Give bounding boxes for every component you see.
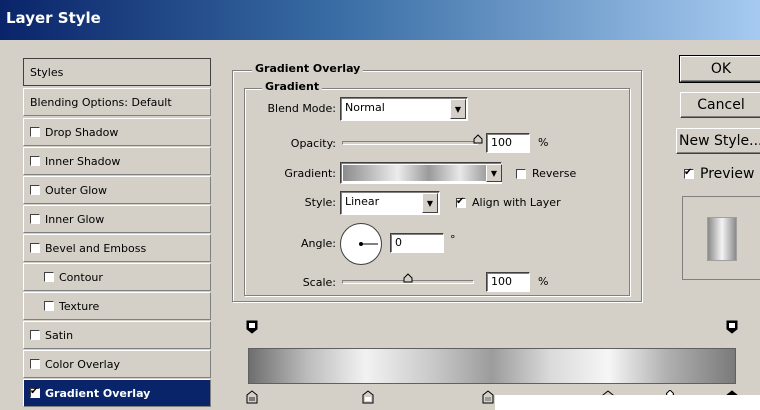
align-checkbox-row[interactable]: Align with Layer — [456, 196, 561, 209]
style-item-texture[interactable]: Texture — [23, 292, 211, 320]
gradient-overlay-checkbox[interactable] — [30, 386, 40, 398]
style-item-label: Blending Options: Default — [30, 95, 172, 109]
angle-input[interactable]: 0 — [390, 233, 444, 253]
style-item-label: Inner Glow — [45, 212, 105, 226]
cancel-button[interactable]: Cancel — [680, 92, 760, 118]
inner-glow-checkbox[interactable] — [30, 214, 40, 224]
color-stop-1[interactable] — [246, 390, 258, 404]
opacity-value: 100 — [491, 136, 512, 149]
title-bar: Layer Style — [0, 0, 760, 40]
dialog-body: Styles Blending Options: Default Drop Sh… — [0, 40, 760, 410]
scale-input[interactable]: 100 — [486, 272, 530, 292]
preview-label: Preview — [700, 166, 755, 182]
style-item-gradient-overlay[interactable]: Gradient Overlay — [23, 379, 211, 407]
blend-mode-value: Normal — [345, 101, 385, 114]
preview-checkbox[interactable] — [684, 167, 694, 179]
blend-mode-dropdown-button[interactable]: ▼ — [450, 99, 466, 119]
styles-list: Styles Blending Options: Default Drop Sh… — [23, 58, 211, 410]
ok-button-label: OK — [710, 61, 732, 77]
opacity-input[interactable]: 100 — [486, 133, 530, 153]
opacity-slider-track[interactable] — [342, 141, 478, 145]
style-item-inner-shadow[interactable]: Inner Shadow — [23, 147, 211, 175]
gradient-picker[interactable] — [340, 162, 502, 184]
style-item-satin[interactable]: Satin — [23, 321, 211, 349]
gradient-label: Gradient: — [284, 167, 336, 180]
style-item-label: Inner Shadow — [45, 154, 121, 168]
style-item-drop-shadow[interactable]: Drop Shadow — [23, 118, 211, 146]
contour-checkbox[interactable] — [44, 272, 54, 282]
chevron-down-icon: ▼ — [490, 168, 498, 178]
gradient-dropdown-button[interactable]: ▼ — [486, 164, 502, 182]
style-label: Style: — [304, 196, 336, 209]
style-item-bevel-emboss[interactable]: Bevel and Emboss — [23, 234, 211, 262]
chevron-down-icon: ▼ — [426, 198, 434, 208]
reverse-checkbox-row[interactable]: Reverse — [516, 167, 576, 180]
angle-indicator-icon — [359, 242, 378, 246]
style-item-label: Color Overlay — [45, 357, 120, 371]
ok-button[interactable]: OK — [679, 55, 760, 83]
color-stop-3[interactable] — [482, 390, 494, 404]
scale-label: Scale: — [302, 276, 336, 289]
style-item-label: Outer Glow — [45, 183, 108, 197]
angle-dial[interactable] — [340, 223, 382, 265]
new-style-button-label: New Style... — [679, 133, 760, 149]
color-stop-2[interactable] — [362, 390, 374, 404]
style-item-blending-options[interactable]: Blending Options: Default — [23, 88, 211, 116]
gradient-bar[interactable] — [248, 348, 736, 384]
preview-checkbox-row[interactable]: Preview — [684, 166, 755, 182]
scale-unit: % — [538, 275, 549, 288]
angle-label: Angle: — [300, 237, 336, 250]
opacity-stop-left[interactable] — [246, 320, 258, 334]
style-item-inner-glow[interactable]: Inner Glow — [23, 205, 211, 233]
opacity-stop-right[interactable] — [726, 320, 738, 334]
occluding-white-region — [495, 395, 760, 410]
texture-checkbox[interactable] — [44, 301, 54, 311]
style-item-label: Texture — [59, 299, 100, 313]
preview-thumbnail — [707, 217, 737, 261]
blend-mode-select[interactable]: Normal — [340, 97, 468, 121]
styles-header[interactable]: Styles — [23, 58, 211, 86]
gradient-preview-swatch — [343, 165, 499, 181]
chevron-down-icon: ▼ — [454, 104, 462, 114]
reverse-label: Reverse — [532, 167, 577, 180]
bevel-emboss-checkbox[interactable] — [30, 243, 40, 253]
style-item-label: Satin — [45, 328, 74, 342]
inner-shadow-checkbox[interactable] — [30, 156, 40, 166]
reverse-checkbox[interactable] — [516, 168, 526, 179]
angle-value: 0 — [395, 236, 402, 249]
new-style-button[interactable]: New Style... — [676, 128, 760, 154]
style-item-label: Contour — [59, 270, 103, 284]
color-overlay-checkbox[interactable] — [30, 359, 40, 369]
preview-box — [682, 196, 760, 280]
style-dropdown-button[interactable]: ▼ — [422, 193, 438, 213]
styles-header-label: Styles — [30, 65, 64, 79]
style-item-label: Gradient Overlay — [45, 386, 151, 400]
scale-value: 100 — [491, 275, 512, 288]
angle-unit: ° — [450, 233, 456, 246]
style-item-color-overlay[interactable]: Color Overlay — [23, 350, 211, 378]
satin-checkbox[interactable] — [30, 330, 40, 340]
style-item-contour[interactable]: Contour — [23, 263, 211, 291]
cancel-button-label: Cancel — [697, 97, 745, 113]
opacity-label: Opacity: — [290, 137, 336, 150]
opacity-unit: % — [538, 136, 549, 149]
drop-shadow-checkbox[interactable] — [30, 127, 40, 137]
style-item-label: Bevel and Emboss — [45, 241, 147, 255]
window-title: Layer Style — [6, 9, 101, 27]
scale-slider-thumb[interactable] — [403, 273, 413, 283]
style-item-label: Drop Shadow — [45, 125, 119, 139]
gradient-overlay-title: Gradient Overlay — [252, 62, 364, 75]
opacity-slider-thumb[interactable] — [473, 134, 483, 144]
blend-mode-label: Blend Mode: — [267, 102, 337, 115]
align-with-layer-label: Align with Layer — [472, 196, 561, 209]
outer-glow-checkbox[interactable] — [30, 185, 40, 195]
style-item-outer-glow[interactable]: Outer Glow — [23, 176, 211, 204]
gradient-subgroup-title: Gradient — [262, 80, 323, 93]
style-value: Linear — [345, 195, 380, 208]
align-with-layer-checkbox[interactable] — [456, 196, 466, 208]
